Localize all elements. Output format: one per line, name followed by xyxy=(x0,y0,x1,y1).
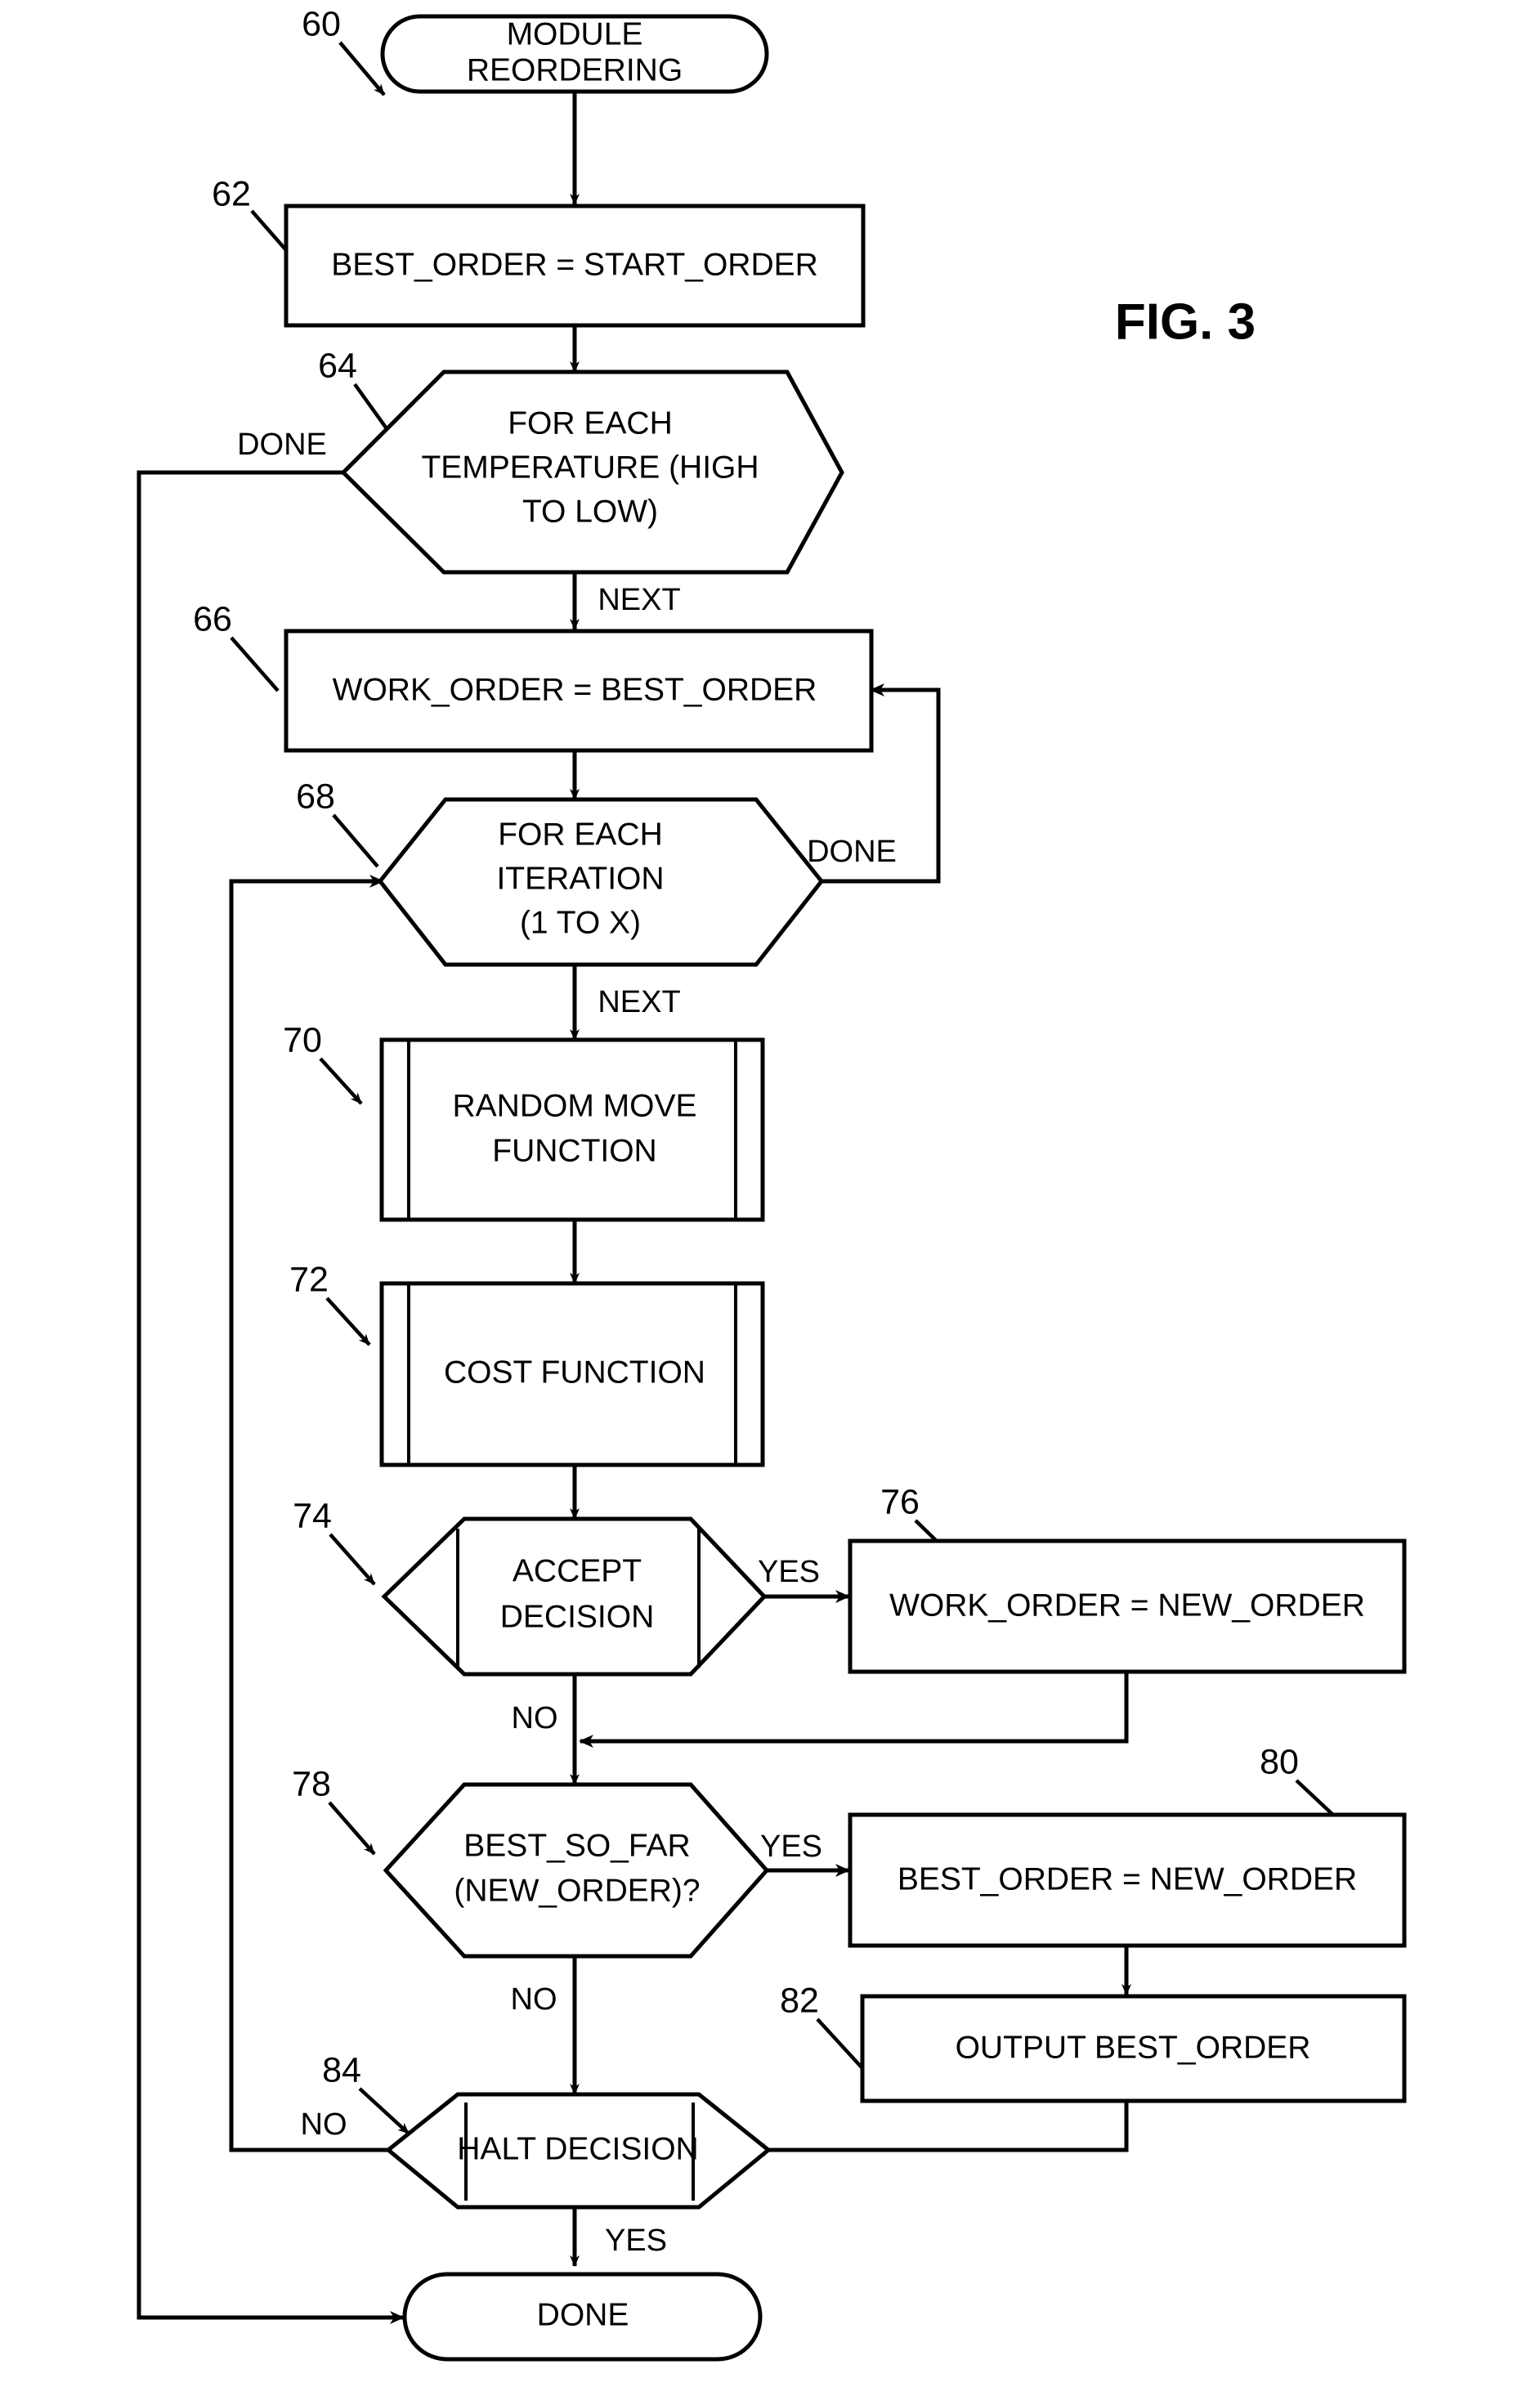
edge-label-best-yes: YES xyxy=(760,1829,822,1864)
edge-label-temp-done: DONE xyxy=(237,428,327,462)
node-68-label-line2: ITERATION xyxy=(496,861,664,896)
node-78-label-line2: (NEW_ORDER)? xyxy=(454,1873,700,1908)
ref-number-76: 76 xyxy=(880,1482,920,1521)
node-80-label: BEST_ORDER = NEW_ORDER xyxy=(898,1861,1357,1897)
node-70-subroutine xyxy=(379,1037,765,1222)
node-82-label: OUTPUT BEST_ORDER xyxy=(956,2030,1311,2065)
figure-label: FIG. 3 xyxy=(1115,293,1256,350)
ref-number-66: 66 xyxy=(193,599,232,638)
ref-number-78: 78 xyxy=(292,1764,331,1803)
node-84-label: HALT DECISION xyxy=(457,2131,698,2166)
ref-number-74: 74 xyxy=(293,1496,332,1535)
edge-label-iter-next: NEXT xyxy=(598,985,680,1019)
leader-78 xyxy=(328,1801,376,1856)
node-66-label: WORK_ORDER = BEST_ORDER xyxy=(333,672,817,707)
ref-number-72: 72 xyxy=(289,1260,329,1299)
leader-68 xyxy=(332,813,379,868)
leader-70 xyxy=(319,1057,363,1105)
leader-84 xyxy=(358,2087,410,2135)
node-60-label-line1: MODULE xyxy=(507,16,643,52)
node-64-label-line3: TO LOW) xyxy=(522,494,658,529)
patent-figure-page: MODULE REORDERING BEST_ORDER = START_ORD… xyxy=(0,0,1540,2396)
ref-number-84: 84 xyxy=(322,2050,361,2089)
ref-number-68: 68 xyxy=(296,777,335,816)
edge-label-best-no: NO xyxy=(511,1982,557,2017)
node-64-label-line2: TEMPERATURE (HIGH xyxy=(421,450,759,485)
ref-number-62: 62 xyxy=(212,174,251,213)
ref-number-82: 82 xyxy=(780,1981,819,2020)
leader-60 xyxy=(338,41,386,96)
leader-82 xyxy=(816,2018,864,2070)
ref-number-70: 70 xyxy=(283,1020,322,1059)
edge-label-iter-done: DONE xyxy=(807,835,897,869)
edge-label-temp-next: NEXT xyxy=(598,583,680,617)
ref-number-80: 80 xyxy=(1260,1742,1299,1781)
edge-label-halt-yes: YES xyxy=(605,2224,667,2258)
node-68-label-line1: FOR EACH xyxy=(498,817,663,852)
node-74-label-line2: DECISION xyxy=(500,1599,655,1634)
node-76-label: WORK_ORDER = NEW_ORDER xyxy=(889,1588,1365,1623)
node-72-label: COST FUNCTION xyxy=(444,1355,705,1390)
edge-label-accept-yes: YES xyxy=(758,1555,820,1589)
node-70-label-line1: RANDOM MOVE xyxy=(452,1088,696,1123)
node-64-label-line1: FOR EACH xyxy=(508,405,673,441)
ref-number-60: 60 xyxy=(302,4,341,43)
leader-66 xyxy=(230,636,280,692)
edge-label-accept-no: NO xyxy=(512,1701,558,1735)
leader-72 xyxy=(325,1297,371,1346)
edge-76-to-join xyxy=(579,1672,1129,1748)
node-74-hexagon xyxy=(381,1516,768,1677)
node-70-label-line2: FUNCTION xyxy=(492,1133,656,1168)
node-68-label-line3: (1 TO X) xyxy=(520,905,641,940)
leader-74 xyxy=(329,1533,376,1586)
node-62-label: BEST_ORDER = START_ORDER xyxy=(331,247,818,282)
leader-62 xyxy=(250,209,288,252)
node-78-hexagon xyxy=(383,1782,770,1959)
node-60-label-line2: REORDERING xyxy=(467,52,683,87)
edge-82-to-84 xyxy=(750,2101,1129,2156)
node-done-label: DONE xyxy=(537,2297,629,2332)
flowchart-canvas: MODULE REORDERING BEST_ORDER = START_ORD… xyxy=(137,4,1407,2362)
node-74-label-line1: ACCEPT xyxy=(513,1553,642,1588)
edge-label-halt-no: NO xyxy=(301,2107,347,2142)
ref-number-64: 64 xyxy=(318,346,357,385)
node-78-label-line1: BEST_SO_FAR xyxy=(463,1828,690,1863)
